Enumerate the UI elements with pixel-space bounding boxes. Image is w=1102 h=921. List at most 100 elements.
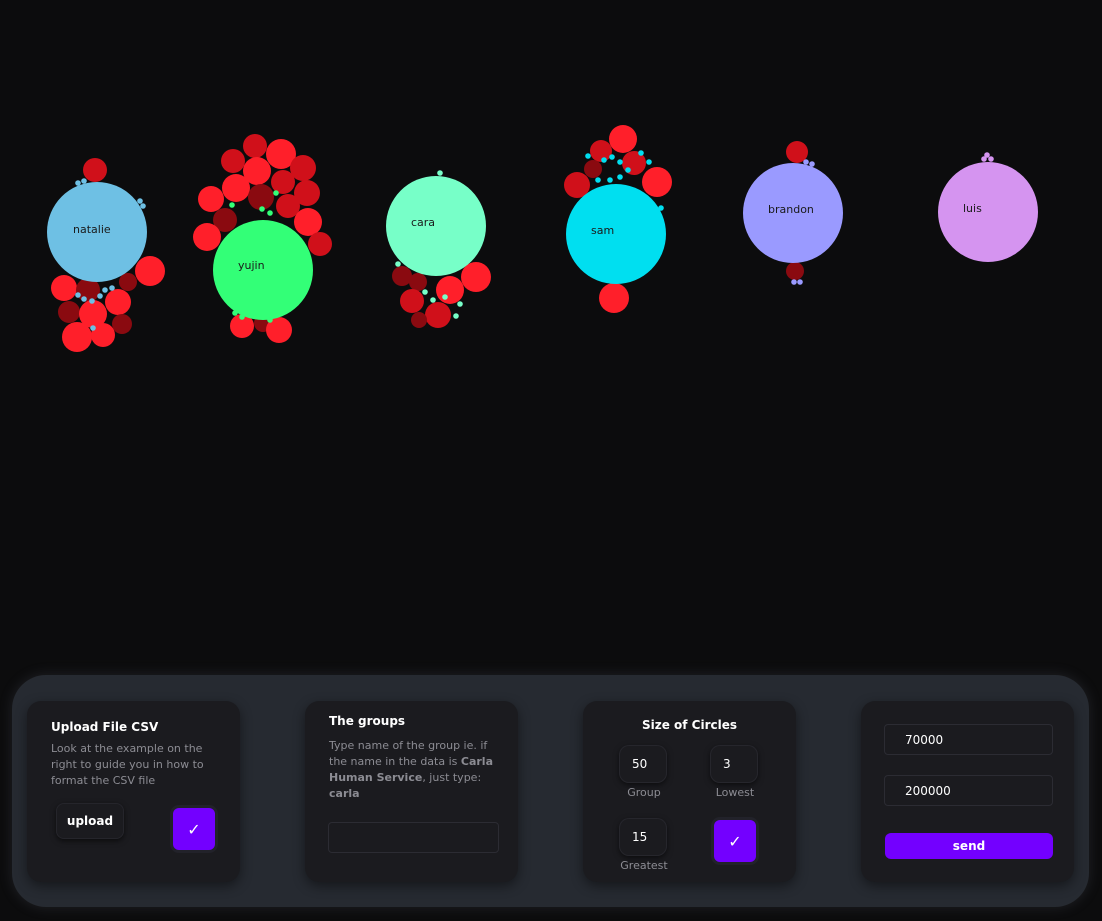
bubble-visualization: natalie yujin cara sam brandon luis	[47, 125, 1038, 352]
item-bubble[interactable]	[105, 289, 131, 315]
small-dot	[437, 170, 443, 176]
item-bubble[interactable]	[786, 262, 804, 280]
item-bubble[interactable]	[193, 223, 221, 251]
small-dot	[803, 159, 809, 165]
small-dot	[601, 157, 607, 163]
group-label-brandon: brandon	[768, 203, 814, 216]
groups-title: The groups	[329, 714, 406, 728]
small-dot	[595, 177, 601, 183]
small-dot	[453, 313, 459, 319]
small-dot	[625, 167, 631, 173]
small-dot	[140, 203, 146, 209]
small-dot	[430, 297, 436, 303]
small-dot	[809, 161, 815, 167]
item-bubble[interactable]	[425, 302, 451, 328]
small-dot	[267, 317, 273, 323]
item-bubble[interactable]	[436, 276, 464, 304]
item-bubble[interactable]	[222, 174, 250, 202]
group-label-luis: luis	[963, 202, 982, 215]
item-bubble[interactable]	[308, 232, 332, 256]
group-size-label: Group	[627, 786, 661, 799]
item-bubble[interactable]	[409, 273, 427, 291]
item-bubble[interactable]	[392, 266, 412, 286]
item-bubble[interactable]	[294, 208, 322, 236]
send-button[interactable]: send	[885, 833, 1053, 859]
small-dot	[797, 279, 803, 285]
group-bubble-cara[interactable]	[386, 176, 486, 276]
group-cluster-luis: luis	[938, 152, 1038, 262]
item-bubble[interactable]	[411, 312, 427, 328]
greatest-size-input[interactable]: 15	[619, 818, 667, 856]
small-dot	[607, 177, 613, 183]
small-dot	[97, 293, 103, 299]
small-dot	[267, 210, 273, 216]
group-bubble-luis[interactable]	[938, 162, 1038, 262]
item-bubble[interactable]	[584, 160, 602, 178]
item-bubble[interactable]	[243, 134, 267, 158]
upload-confirm-button[interactable]: ✓	[173, 808, 215, 850]
small-dot	[457, 301, 463, 307]
size-confirm-button[interactable]: ✓	[714, 820, 756, 862]
item-bubble[interactable]	[461, 262, 491, 292]
group-name-input[interactable]	[328, 822, 499, 853]
small-dot	[137, 198, 143, 204]
small-dot	[89, 298, 95, 304]
small-dot	[585, 153, 591, 159]
item-bubble[interactable]	[642, 167, 672, 197]
small-dot	[232, 310, 238, 316]
group-cluster-brandon: brandon	[743, 141, 843, 285]
group-label-yujin: yujin	[238, 259, 265, 272]
item-bubble[interactable]	[198, 186, 224, 212]
item-bubble[interactable]	[83, 158, 107, 182]
item-bubble[interactable]	[62, 322, 92, 352]
small-dot	[109, 285, 115, 291]
group-size-input[interactable]: 50	[619, 745, 667, 783]
upload-title: Upload File CSV	[51, 720, 159, 734]
group-cluster-yujin: yujin	[193, 134, 332, 343]
group-cluster-sam: sam	[564, 125, 672, 313]
lowest-size-label: Lowest	[715, 786, 755, 799]
group-label-cara: cara	[411, 216, 435, 229]
small-dot	[646, 159, 652, 165]
small-dot	[442, 294, 448, 300]
groups-desc-short: carla	[329, 787, 360, 800]
small-dot	[81, 178, 87, 184]
small-dot	[102, 287, 108, 293]
item-bubble[interactable]	[119, 273, 137, 291]
item-bubble[interactable]	[112, 314, 132, 334]
item-bubble[interactable]	[51, 275, 77, 301]
upload-button[interactable]: upload	[56, 803, 124, 839]
min-value-input[interactable]	[884, 724, 1053, 755]
item-bubble[interactable]	[58, 301, 80, 323]
small-dot	[395, 261, 401, 267]
small-dot	[422, 289, 428, 295]
small-dot	[658, 205, 664, 211]
small-dot	[609, 154, 615, 160]
small-dot	[239, 314, 245, 320]
greatest-size-label: Greatest	[620, 859, 668, 872]
small-dot	[617, 174, 623, 180]
small-dot	[90, 325, 96, 331]
item-bubble[interactable]	[590, 140, 612, 162]
item-bubble[interactable]	[135, 256, 165, 286]
small-dot	[259, 206, 265, 212]
item-bubble[interactable]	[400, 289, 424, 313]
groups-description: Type name of the group ie. if the name i…	[329, 738, 499, 802]
item-bubble[interactable]	[221, 149, 245, 173]
small-dot	[273, 190, 279, 196]
item-bubble[interactable]	[271, 170, 295, 194]
group-cluster-natalie: natalie	[47, 158, 165, 352]
max-value-input[interactable]	[884, 775, 1053, 806]
item-bubble[interactable]	[599, 283, 629, 313]
group-cluster-cara: cara	[386, 170, 491, 328]
small-dot	[75, 180, 81, 186]
item-bubble[interactable]	[248, 184, 274, 210]
groups-desc-text-2: , just type:	[422, 771, 482, 784]
group-bubble-sam[interactable]	[566, 184, 666, 284]
item-bubble[interactable]	[609, 125, 637, 153]
lowest-size-input[interactable]: 3	[710, 745, 758, 783]
small-dot	[229, 202, 235, 208]
small-dot	[988, 156, 994, 162]
upload-description: Look at the example on the right to guid…	[51, 742, 204, 787]
small-dot	[638, 150, 644, 156]
